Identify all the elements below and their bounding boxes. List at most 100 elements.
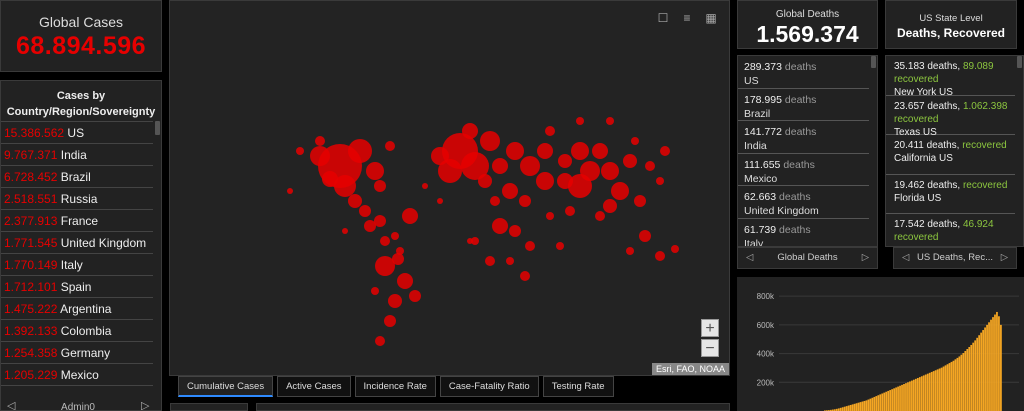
- case-bubble[interactable]: [492, 218, 508, 234]
- country-list-item[interactable]: 1.771.545 United Kingdom: [1, 232, 153, 254]
- us-state-list-item[interactable]: 20.411 deaths, recovered California US: [886, 135, 1015, 175]
- case-bubble[interactable]: [348, 194, 362, 208]
- case-bubble[interactable]: [506, 257, 514, 265]
- us-state-list-item[interactable]: 35.183 deaths, 89.089 recovered New York U…: [886, 56, 1015, 98]
- case-bubble[interactable]: [478, 174, 492, 188]
- case-bubble[interactable]: [388, 294, 402, 308]
- case-bubble[interactable]: [397, 273, 413, 289]
- case-bubble[interactable]: [485, 256, 495, 266]
- country-list-item[interactable]: 1.254.358 Germany: [1, 342, 153, 364]
- case-bubble[interactable]: [592, 143, 608, 159]
- case-bubble[interactable]: [671, 245, 679, 253]
- case-bubble[interactable]: [431, 147, 449, 165]
- country-list-item[interactable]: 6.728.452 Brazil: [1, 166, 153, 188]
- case-bubble[interactable]: [502, 183, 518, 199]
- us-state-list-item[interactable]: 17.542 deaths, 46.924 recovered New Jersey…: [886, 214, 1015, 246]
- case-bubble[interactable]: [537, 143, 553, 159]
- us-list-scrollbar[interactable]: [1017, 56, 1022, 68]
- case-bubble[interactable]: [520, 271, 530, 281]
- case-bubble[interactable]: [556, 242, 564, 250]
- chevron-left-icon[interactable]: ◁: [902, 248, 909, 268]
- case-bubble[interactable]: [371, 287, 379, 295]
- case-bubble[interactable]: [392, 253, 404, 265]
- case-bubble[interactable]: [576, 117, 584, 125]
- case-bubble[interactable]: [391, 232, 399, 240]
- case-bubble[interactable]: [315, 136, 325, 146]
- country-list[interactable]: 15.386.562 US 9.767.371 India 6.728.452 Br…: [1, 121, 153, 402]
- case-bubble[interactable]: [287, 188, 293, 194]
- deaths-list[interactable]: 289.373 deaths US 178.995 deaths Brazil 141.…: [738, 56, 869, 246]
- case-bubble[interactable]: [606, 117, 614, 125]
- zoom-out-button[interactable]: −: [701, 339, 719, 357]
- case-bubble[interactable]: [480, 131, 500, 151]
- case-bubble[interactable]: [467, 238, 473, 244]
- country-list-item[interactable]: 1.392.133 Colombia: [1, 320, 153, 342]
- country-list-item[interactable]: 2.518.551 Russia: [1, 188, 153, 210]
- case-bubble[interactable]: [536, 172, 554, 190]
- case-bubble[interactable]: [626, 247, 634, 255]
- country-list-item[interactable]: 1.205.229 Mexico: [1, 364, 153, 386]
- case-bubble[interactable]: [634, 195, 646, 207]
- case-bubble[interactable]: [384, 315, 396, 327]
- country-list-item[interactable]: 2.377.913 France: [1, 210, 153, 232]
- case-bubble[interactable]: [359, 205, 371, 217]
- deaths-list-item[interactable]: 289.373 deaths US: [738, 56, 869, 89]
- case-bubble[interactable]: [571, 142, 589, 160]
- tab-incidence-rate[interactable]: Incidence Rate: [354, 376, 436, 397]
- zoom-in-button[interactable]: +: [701, 319, 719, 337]
- deaths-list-item[interactable]: 111.655 deaths Mexico: [738, 154, 869, 186]
- case-bubble[interactable]: [601, 162, 619, 180]
- case-bubble[interactable]: [342, 228, 348, 234]
- country-list-item[interactable]: 9.767.371 India: [1, 144, 153, 166]
- case-bubble[interactable]: [655, 251, 665, 261]
- chevron-right-icon[interactable]: ▷: [141, 399, 149, 410]
- list-icon[interactable]: ≡: [675, 8, 699, 28]
- case-bubble[interactable]: [490, 196, 500, 206]
- case-bubble[interactable]: [492, 158, 508, 174]
- case-bubble[interactable]: [310, 146, 330, 166]
- case-bubble[interactable]: [296, 147, 304, 155]
- case-bubble[interactable]: [525, 241, 535, 251]
- country-list-item[interactable]: 1.770.149 Italy: [1, 254, 153, 276]
- country-list-item[interactable]: 15.386.562 US: [1, 122, 153, 144]
- country-list-scrollbar[interactable]: [155, 121, 160, 135]
- case-bubble[interactable]: [348, 139, 372, 163]
- tab-testing-rate[interactable]: Testing Rate: [542, 376, 614, 397]
- case-bubble[interactable]: [611, 182, 629, 200]
- tab-cumulative-cases[interactable]: Cumulative Cases: [178, 376, 274, 397]
- us-state-list-item[interactable]: 23.657 deaths, 1.062.398 recovered Texas U…: [886, 96, 1015, 138]
- case-bubble[interactable]: [506, 142, 524, 160]
- case-bubble[interactable]: [437, 198, 443, 204]
- case-bubble[interactable]: [639, 230, 651, 242]
- deaths-list-item[interactable]: 62.663 deaths United Kingdom: [738, 186, 869, 219]
- chevron-left-icon[interactable]: ◁: [746, 248, 753, 268]
- deaths-list-scrollbar[interactable]: [871, 56, 876, 68]
- case-bubble[interactable]: [375, 336, 385, 346]
- world-map[interactable]: ☐ ≡ ▦ + − Esri, FAO, NOAA: [169, 0, 730, 376]
- case-bubble[interactable]: [374, 215, 386, 227]
- case-bubble[interactable]: [462, 123, 478, 139]
- case-bubble[interactable]: [565, 206, 575, 216]
- case-bubble[interactable]: [580, 161, 600, 181]
- country-list-item[interactable]: 1.712.101 Spain: [1, 276, 153, 298]
- case-bubble[interactable]: [603, 199, 617, 213]
- deaths-list-item[interactable]: 178.995 deaths Brazil: [738, 89, 869, 121]
- case-bubble[interactable]: [380, 236, 390, 246]
- country-list-item[interactable]: 1.475.222 Argentina: [1, 298, 153, 320]
- us-state-list-item[interactable]: 19.462 deaths, recovered Florida US: [886, 175, 1015, 214]
- case-bubble[interactable]: [519, 195, 531, 207]
- case-bubble[interactable]: [366, 162, 384, 180]
- qr-grid-icon[interactable]: ▦: [699, 8, 723, 28]
- chevron-right-icon[interactable]: ▷: [1001, 248, 1008, 268]
- deaths-list-item[interactable]: 141.772 deaths India: [738, 121, 869, 154]
- case-bubble[interactable]: [558, 154, 572, 168]
- case-bubble[interactable]: [374, 180, 386, 192]
- case-bubble[interactable]: [322, 171, 338, 187]
- us-state-list[interactable]: 35.183 deaths, 89.089 recovered New York U…: [886, 56, 1015, 246]
- case-bubble[interactable]: [645, 161, 655, 171]
- case-bubble[interactable]: [509, 225, 521, 237]
- tab-case-fatality-ratio[interactable]: Case-Fatality Ratio: [439, 376, 539, 397]
- bookmark-icon[interactable]: ☐: [651, 8, 675, 28]
- case-bubble[interactable]: [595, 211, 605, 221]
- chevron-right-icon[interactable]: ▷: [862, 248, 869, 268]
